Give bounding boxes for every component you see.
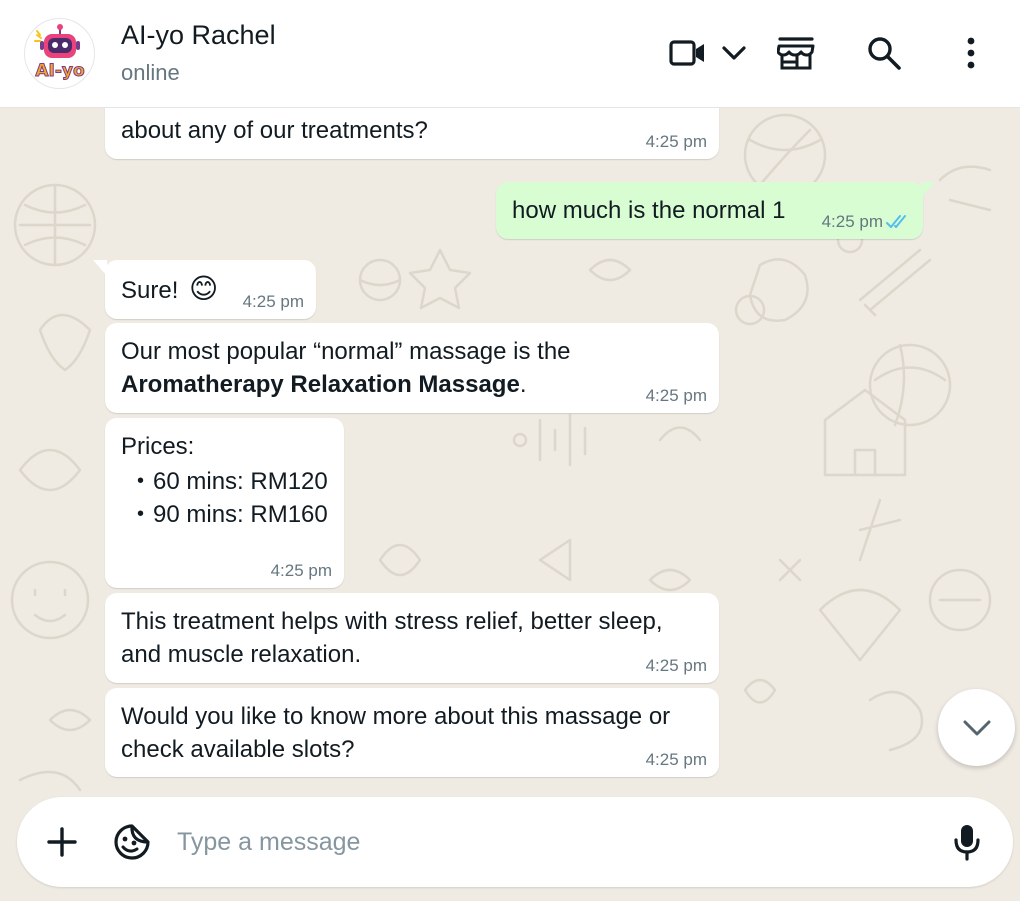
massage-name: Aromatherapy Relaxation Massage <box>121 371 520 398</box>
message-input[interactable] <box>177 819 937 865</box>
scroll-to-bottom-button[interactable] <box>938 689 1015 766</box>
sticker-icon[interactable] <box>111 821 153 863</box>
message-text: Our most popular “normal” massage is the… <box>121 338 571 398</box>
price-list: 60 mins: RM120 90 mins: RM160 <box>121 465 328 531</box>
ai-yo-logo: AI-yo <box>34 24 85 82</box>
message-time: 4:25 pm <box>821 212 883 231</box>
list-item: 60 mins: RM120 <box>135 465 328 498</box>
outgoing-message[interactable]: how much is the normal 1 4:25 pm <box>496 182 935 239</box>
chevron-down-icon <box>963 720 990 735</box>
message-text: how much is the normal 1 <box>512 197 786 224</box>
contact-status: online <box>121 60 180 85</box>
read-receipt-icon <box>886 215 906 228</box>
incoming-message[interactable]: This treatment helps with stress relief,… <box>105 593 719 683</box>
smiling-face-emoji: 😊 <box>189 273 219 304</box>
message-composer <box>17 797 1013 887</box>
message-text: This treatment helps with stress relief,… <box>121 608 663 668</box>
chat-header: AI-yo AI-yo Rachel online <box>0 0 1020 108</box>
svg-text:AI-yo: AI-yo <box>35 61 84 81</box>
message-time: 4:25 pm <box>645 750 707 769</box>
plus-icon[interactable] <box>43 823 81 861</box>
video-call-icon[interactable] <box>668 34 708 72</box>
message-time: 4:25 pm <box>645 132 707 151</box>
message-time: 4:25 pm <box>645 386 707 405</box>
prices-title: Prices: <box>121 433 195 460</box>
incoming-message[interactable]: Sure! 😊 4:25 pm <box>93 260 316 319</box>
chevron-down-icon[interactable] <box>718 34 750 72</box>
message-text: Would you like to know more about this m… <box>121 703 671 763</box>
contact-name[interactable]: AI-yo Rachel <box>121 20 276 51</box>
message-time: 4:25 pm <box>242 292 304 311</box>
message-time: 4:25 pm <box>645 656 707 675</box>
storefront-icon[interactable] <box>776 34 816 72</box>
bubble-tail <box>921 182 935 198</box>
list-item: 90 mins: RM160 <box>135 498 328 531</box>
contact-avatar[interactable]: AI-yo <box>24 18 95 89</box>
incoming-message[interactable]: Prices: 60 mins: RM120 90 mins: RM160 4:… <box>105 418 344 588</box>
incoming-message[interactable]: Would you like to know more about this m… <box>105 688 719 777</box>
search-icon[interactable] <box>864 34 904 72</box>
microphone-icon[interactable] <box>949 821 985 863</box>
bubble-tail <box>93 260 107 276</box>
message-text: Sure! <box>121 277 179 304</box>
message-time: 4:25 pm <box>270 561 332 580</box>
more-options-icon[interactable] <box>958 34 984 72</box>
message-text: about any of our treatments? <box>121 117 428 144</box>
incoming-message[interactable]: Our most popular “normal” massage is the… <box>105 323 719 413</box>
